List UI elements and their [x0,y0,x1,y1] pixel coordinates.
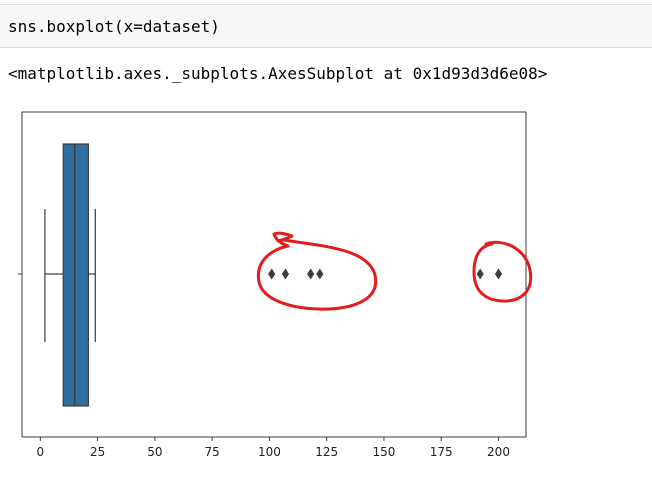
notebook-page: sns.boxplot(x=dataset) <matplotlib.axes.… [0,0,652,493]
x-tick-label: 100 [258,445,281,459]
x-tick-label: 125 [315,445,338,459]
outlier-point [476,268,484,280]
boxplot-chart: 0 25 50 75 100 125 150 175 200 [18,111,533,459]
x-tick-label: 25 [90,445,105,459]
x-tick-label: 50 [147,445,162,459]
outlier-point [307,268,315,280]
x-tick-label: 175 [430,445,453,459]
iqr-box [62,143,90,407]
x-tick-label: 150 [373,445,396,459]
outlier-point [268,268,276,280]
outlier-point [494,268,503,280]
x-axis-ticks: 0 25 50 75 100 125 150 175 200 [37,437,510,459]
x-tick-label: 0 [37,445,45,459]
x-tick-label: 200 [487,445,510,459]
chart-marks [44,143,503,407]
annotation-circle-2 [472,240,533,303]
x-tick-label: 75 [205,445,220,459]
outlier-point [281,268,290,280]
red-annotations [256,231,533,311]
outlier-point [316,268,324,280]
